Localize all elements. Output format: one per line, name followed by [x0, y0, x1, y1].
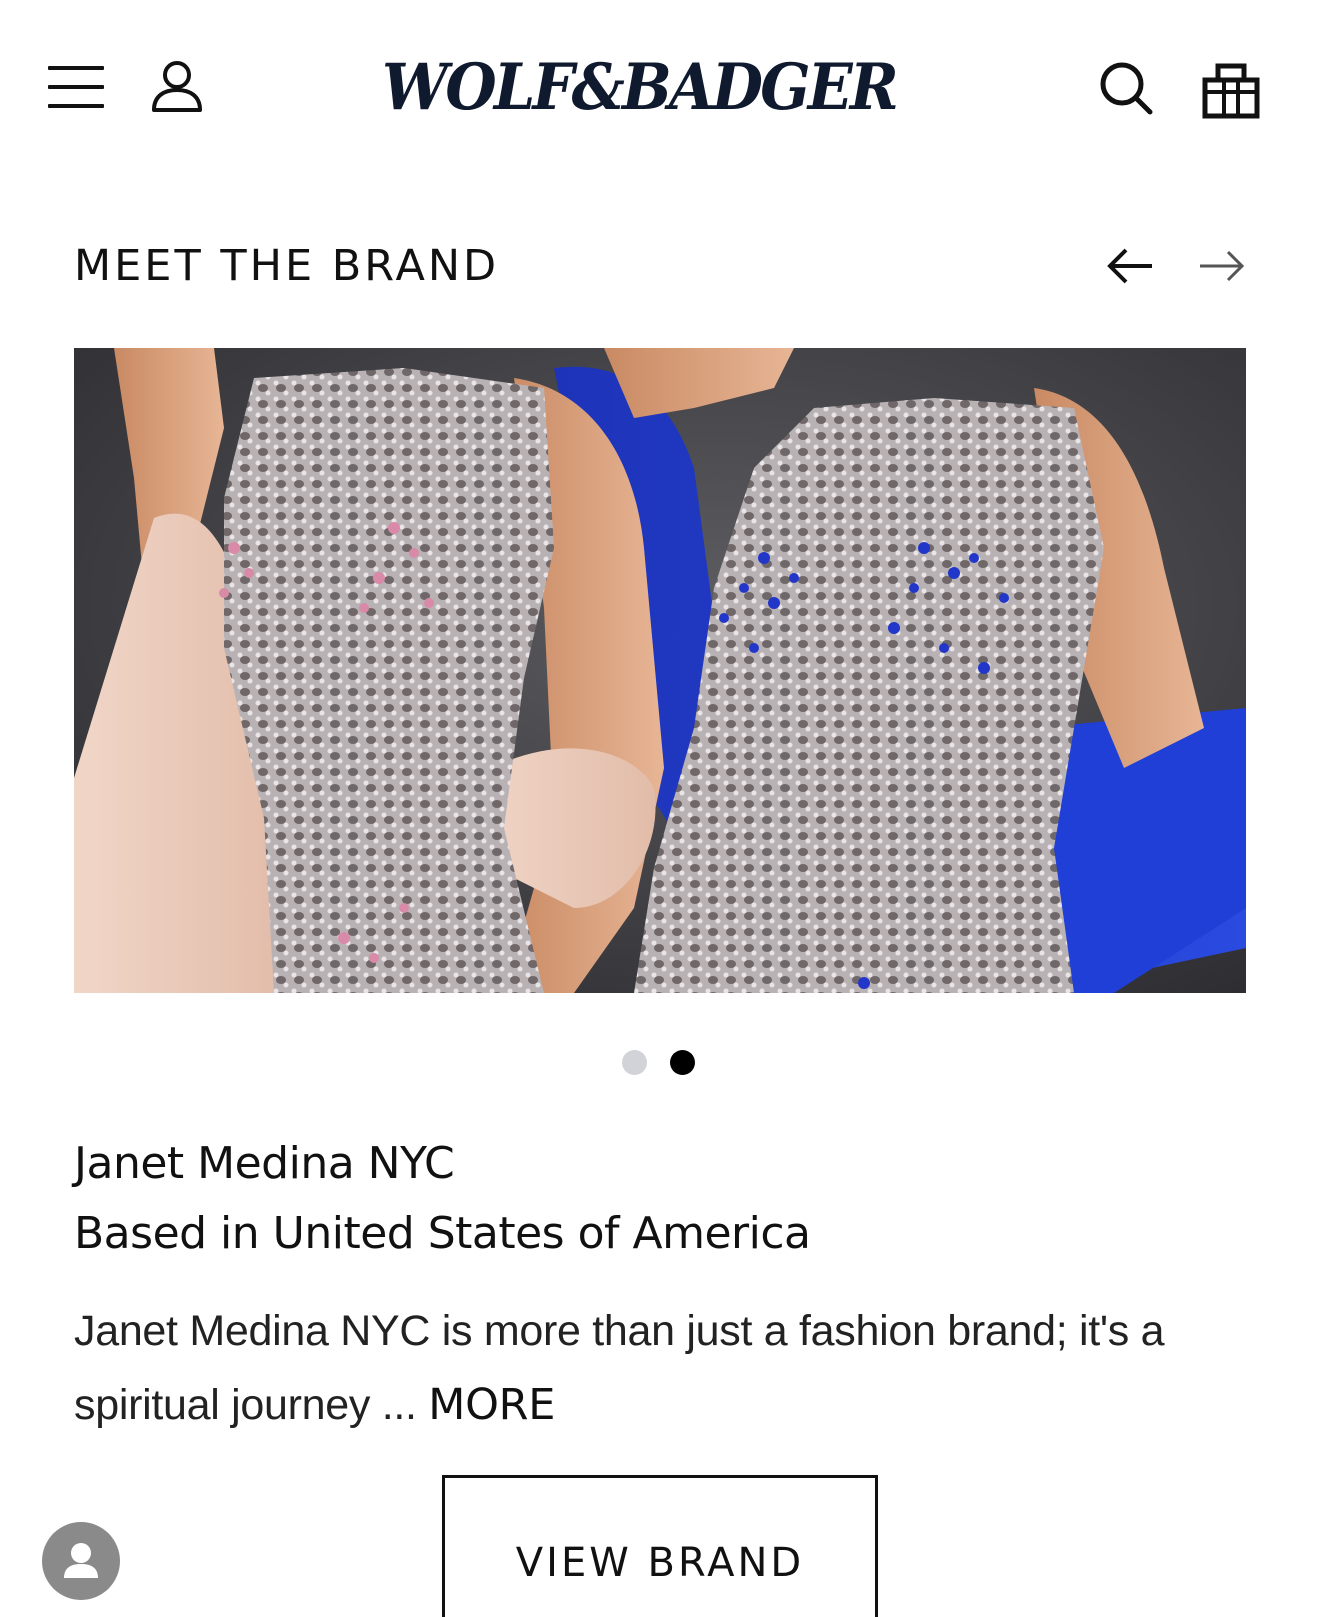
search-icon[interactable]	[1098, 58, 1158, 118]
brand-hero-image[interactable]	[74, 348, 1246, 993]
carousel-dot-active[interactable]	[670, 1050, 695, 1075]
user-avatar-icon[interactable]	[42, 1522, 120, 1600]
brand-description: Janet Medina NYC is more than just a fas…	[74, 1294, 1254, 1442]
shopping-bag-icon[interactable]	[1202, 58, 1260, 120]
brand-description-text: Janet Medina NYC is more than just a fas…	[74, 1307, 1165, 1429]
hero-photo	[74, 348, 1246, 993]
brand-location: Based in United States of America	[74, 1208, 811, 1259]
hamburger-menu-icon[interactable]	[48, 62, 104, 112]
section-title: MEET THE BRAND	[74, 241, 500, 291]
brand-name: Janet Medina NYC	[74, 1138, 455, 1189]
site-header: WOLF&BADGER	[0, 0, 1320, 180]
more-link[interactable]: MORE	[428, 1380, 555, 1430]
brand-logo[interactable]: WOLF&BADGER	[382, 48, 899, 128]
view-brand-label: VIEW BRAND	[515, 1540, 805, 1586]
arrow-left-icon[interactable]	[1106, 240, 1158, 292]
carousel-pagination	[618, 1050, 718, 1076]
arrow-right-icon[interactable]	[1196, 240, 1248, 292]
carousel-dot[interactable]	[622, 1050, 647, 1075]
view-brand-button[interactable]: VIEW BRAND	[442, 1475, 878, 1617]
user-icon[interactable]	[150, 58, 210, 118]
